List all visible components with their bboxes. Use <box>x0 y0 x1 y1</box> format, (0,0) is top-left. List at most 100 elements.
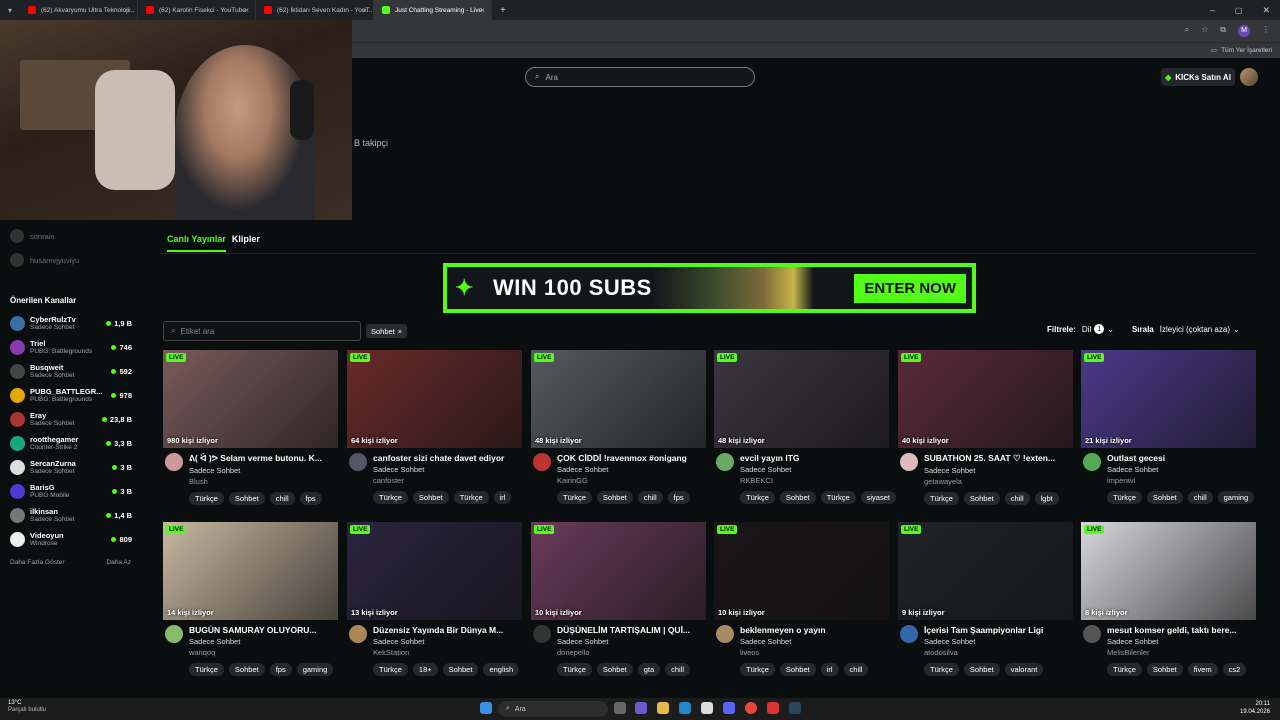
stream-tag[interactable]: fps <box>269 663 292 676</box>
maximize-icon[interactable]: ▢ <box>1225 6 1253 15</box>
system-clock[interactable]: 20:11 19.04.2026 <box>1240 700 1270 716</box>
stream-card[interactable]: LIVE 48 kişi izliyor ÇOK CİDDİ !ravenmox #… <box>531 350 706 504</box>
stream-category[interactable]: Sadece Sohbet <box>189 466 338 475</box>
stream-tag[interactable]: Türkçe <box>373 663 408 676</box>
stream-tag[interactable]: 18+ <box>412 663 438 676</box>
edge-icon[interactable] <box>679 702 691 714</box>
stream-thumbnail[interactable]: LIVE 10 kişi izliyor <box>531 522 706 620</box>
stream-tag[interactable]: Sohbet <box>596 491 633 504</box>
stream-tag[interactable]: gaming <box>296 663 334 676</box>
stream-category[interactable]: Sadece Sohbet <box>924 466 1073 475</box>
stream-tag[interactable]: Sohbet <box>779 491 816 504</box>
stream-card[interactable]: LIVE 13 kişi izliyor Düzensiz Yayında Bir … <box>347 522 522 676</box>
more-menu-icon[interactable]: ⋮ <box>1262 25 1270 37</box>
stream-card[interactable]: LIVE 48 kişi izliyor evcil yayın ITG Sadece… <box>714 350 896 504</box>
stream-tag[interactable]: Türkçe <box>189 492 224 505</box>
stream-thumbnail[interactable]: LIVE 48 kişi izliyor <box>531 350 706 448</box>
sidebar-channel-item[interactable]: Eray Sadece Sohbet 23,8 B <box>0 407 140 431</box>
stream-tag[interactable]: Sohbet <box>412 491 449 504</box>
stream-category[interactable]: Sadece Sohbet <box>189 637 338 646</box>
store-icon[interactable] <box>701 702 713 714</box>
search-input[interactable]: ⌕ Ara <box>525 67 755 87</box>
stream-card[interactable]: LIVE 21 kişi izliyor Outlast gecesi Sadece … <box>1081 350 1256 504</box>
stream-title[interactable]: ÇOK CİDDİ !ravenmox #onigang <box>557 453 706 463</box>
stream-tag[interactable]: chill <box>843 663 869 676</box>
stream-tag[interactable]: siyaset <box>860 491 896 504</box>
stream-tag[interactable]: chill <box>665 663 691 676</box>
tag-search-input[interactable]: ⌕ Etiket ara <box>163 321 361 341</box>
enter-now-button[interactable]: ENTER NOW <box>854 273 966 303</box>
sidebar-channel-item[interactable]: rootthegamer Counter-Strike 2 3,3 B <box>0 431 140 455</box>
tab-clips[interactable]: Klipler <box>232 234 260 252</box>
stream-category[interactable]: Sadece Sohbet <box>557 465 706 474</box>
stream-thumbnail[interactable]: LIVE 14 kişi izliyor <box>163 522 338 620</box>
stream-tag[interactable]: fps <box>299 492 322 505</box>
stream-card[interactable]: LIVE 14 kişi izliyor BUGÜN SAMURAY OLUYORU… <box>163 522 338 676</box>
stream-title[interactable]: canfoster sizi chate davet ediyor <box>373 453 522 463</box>
language-dropdown[interactable]: Dil 1 ⌄ <box>1082 324 1114 334</box>
stream-tag[interactable]: fps <box>667 491 690 504</box>
promo-banner[interactable]: ✦ WIN 100 SUBS ENTER NOW <box>443 263 976 313</box>
stream-thumbnail[interactable]: LIVE 13 kişi izliyor <box>347 522 522 620</box>
sidebar-channel-item[interactable]: PUBG_BATTLEGR... PUBG: Battlegrounds 978 <box>0 383 140 407</box>
windows-start-icon[interactable] <box>480 702 492 714</box>
stream-tag[interactable]: Türkçe <box>924 663 959 676</box>
close-tab-icon[interactable]: × <box>362 6 367 15</box>
stream-title[interactable]: BUGÜN SAMURAY OLUYORU... <box>189 625 338 635</box>
show-more-link[interactable]: Daha Fazla Göster <box>10 559 65 566</box>
streamer-name[interactable]: Blush <box>189 477 338 486</box>
zoom-icon[interactable]: ⌕ <box>1185 25 1189 37</box>
stream-thumbnail[interactable]: LIVE 64 kişi izliyor <box>347 350 522 448</box>
stream-thumbnail[interactable]: LIVE 8 kişi izliyor <box>1081 522 1256 620</box>
stream-tag[interactable]: Sohbet <box>963 663 1000 676</box>
stream-category[interactable]: Sadece Sohbet <box>740 465 889 474</box>
stream-title[interactable]: mesut komser geldi, taktı bere... <box>1107 625 1256 635</box>
stream-category[interactable]: Sadece Sohbet <box>373 637 522 646</box>
close-window-icon[interactable]: ✕ <box>1252 5 1280 16</box>
stream-tag[interactable]: Sohbet <box>963 492 1000 505</box>
stream-tag[interactable]: Sohbet <box>442 663 479 676</box>
sidebar-channel-item[interactable]: CyberRulzTv Sadece Sohbet 1,9 B <box>0 311 140 335</box>
browser-tab[interactable]: (62) Karolin Fisekci - YouTube × <box>138 0 256 20</box>
user-avatar[interactable] <box>1240 68 1258 86</box>
stream-card[interactable]: LIVE 10 kişi izliyor beklenmeyen o yayın Sa… <box>714 522 889 676</box>
stream-tag[interactable]: chill <box>269 492 295 505</box>
stream-tag[interactable]: Türkçe <box>189 663 224 676</box>
discord-icon[interactable] <box>723 702 735 714</box>
weather-widget[interactable]: 13°C Parçalı bulutlu <box>8 700 46 714</box>
remove-chip-icon[interactable]: × <box>398 327 402 336</box>
following-item[interactable]: sonrain <box>0 224 140 248</box>
streamer-name[interactable]: liveos <box>740 648 889 657</box>
stream-tag[interactable]: chill <box>637 491 663 504</box>
stream-tag[interactable]: Sohbet <box>1146 491 1183 504</box>
stream-tag[interactable]: valorant <box>1004 663 1044 676</box>
streamer-avatar[interactable] <box>165 625 183 643</box>
stream-tag[interactable]: Türkçe <box>820 491 856 504</box>
streamer-name[interactable]: wanqoq <box>189 648 338 657</box>
sidebar-channel-item[interactable]: Videoyun Windrose 809 <box>0 527 140 551</box>
stream-tag[interactable]: Türkçe <box>557 491 592 504</box>
star-icon[interactable]: ☆ <box>1201 25 1208 37</box>
stream-thumbnail[interactable]: LIVE 48 kişi izliyor <box>714 350 889 448</box>
stream-thumbnail[interactable]: LIVE 9 kişi izliyor <box>898 522 1073 620</box>
stream-card[interactable]: LIVE 40 kişi izliyor SUBATHON 25. SAAT ♡ !… <box>898 350 1073 505</box>
stream-tag[interactable]: Türkçe <box>924 492 959 505</box>
stream-category[interactable]: Sadece Sohbet <box>373 465 522 474</box>
stream-tag[interactable]: gaming <box>1217 491 1255 504</box>
stream-card[interactable]: LIVE 980 kişi izliyor ᕕ( ᐛ )ᕗ Selam verme … <box>163 350 338 505</box>
stream-category[interactable]: Sadece Sohbet <box>1107 465 1256 474</box>
stream-tag[interactable]: lgbt <box>1034 492 1059 505</box>
stream-title[interactable]: Düzensiz Yayında Bir Dünya M... <box>373 625 522 635</box>
streamer-name[interactable]: canfoster <box>373 476 522 485</box>
streamer-avatar[interactable] <box>900 453 918 471</box>
stream-tag[interactable]: Sohbet <box>596 663 633 676</box>
stream-card[interactable]: LIVE 9 kişi izliyor İçerisi Tam Şaampiyonl… <box>898 522 1073 676</box>
streamer-name[interactable]: imperavi <box>1107 476 1256 485</box>
streamer-name[interactable]: MelisBilenler <box>1107 648 1256 657</box>
stream-category[interactable]: Sadece Sohbet <box>740 637 889 646</box>
streamer-name[interactable]: KekStation <box>373 648 522 657</box>
streamer-avatar[interactable] <box>165 453 183 471</box>
stream-tag[interactable]: Sohbet <box>779 663 816 676</box>
sidebar-channel-item[interactable]: ilkinsan Sadece Sohbet 1,4 B <box>0 503 140 527</box>
chrome-icon[interactable] <box>745 702 757 714</box>
